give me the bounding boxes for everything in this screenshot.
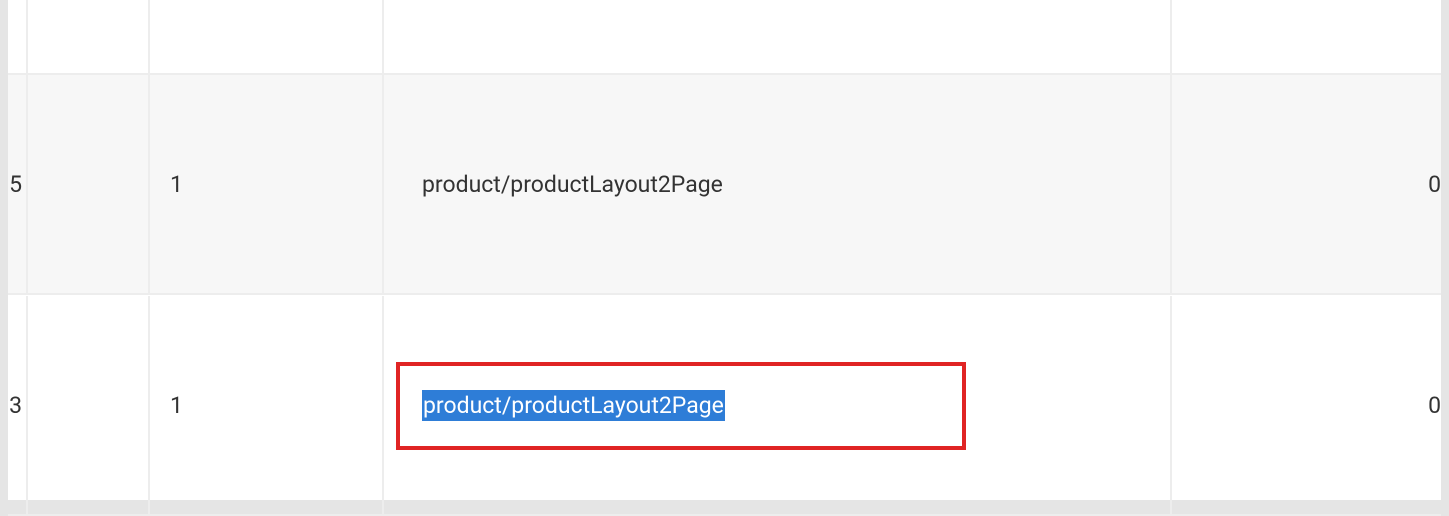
table-cell[interactable]: [150, 0, 384, 75]
table-cell[interactable]: 0: [1172, 75, 1441, 295]
data-table: 5 1 product/productLayout2Page 0 3 1 pro…: [8, 0, 1441, 500]
table-cell[interactable]: [1172, 0, 1441, 75]
table-cell[interactable]: 0: [1172, 296, 1441, 516]
page-margin-right: [1441, 0, 1449, 500]
cell-value: 5: [9, 171, 22, 198]
table-cell[interactable]: 1: [150, 75, 384, 295]
table-cell[interactable]: 1: [150, 296, 384, 516]
cell-value: 1: [170, 392, 183, 419]
table-cell[interactable]: product/productLayout2Page: [384, 296, 1172, 516]
cell-value: 3: [9, 392, 22, 419]
cell-value: product/productLayout2Page: [422, 171, 723, 198]
page-margin-left: [0, 0, 8, 500]
table-row[interactable]: 5 1 product/productLayout2Page 0: [8, 75, 1441, 295]
cell-value: 0: [1428, 392, 1441, 419]
table-cell[interactable]: [28, 296, 150, 516]
table-row[interactable]: [8, 0, 1441, 75]
table-row[interactable]: 3 1 product/productLayout2Page 0: [8, 296, 1441, 516]
cell-value: 0: [1428, 171, 1441, 198]
table-cell[interactable]: product/productLayout2Page: [384, 75, 1172, 295]
table-cell[interactable]: [8, 0, 28, 75]
table-cell[interactable]: 5: [8, 75, 28, 295]
table-cell[interactable]: [384, 0, 1172, 75]
cell-value: 1: [170, 171, 183, 198]
table-cell[interactable]: [28, 75, 150, 295]
table-cell[interactable]: 3: [8, 296, 28, 516]
table-cell[interactable]: [28, 0, 150, 75]
cell-value-selected[interactable]: product/productLayout2Page: [422, 390, 725, 421]
